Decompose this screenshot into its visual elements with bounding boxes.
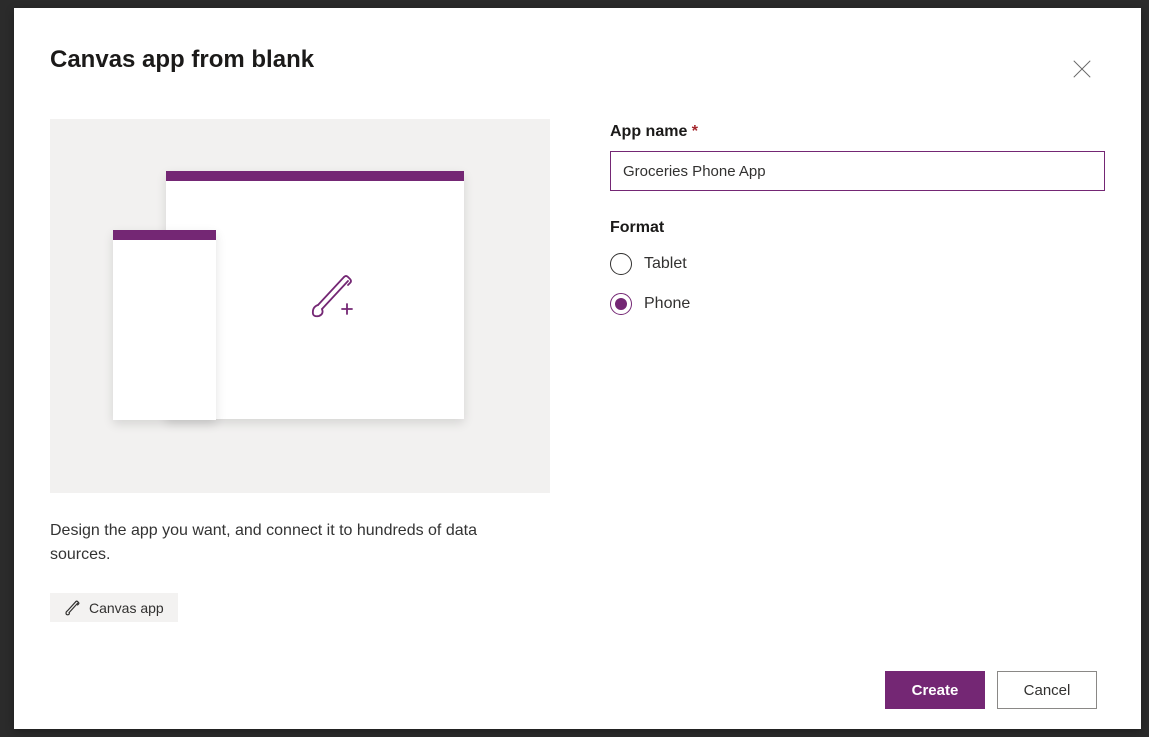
radio-phone[interactable]: Phone xyxy=(610,293,1105,315)
radio-tablet[interactable]: Tablet xyxy=(610,253,1105,275)
modal-title: Canvas app from blank xyxy=(50,46,314,74)
required-asterisk: * xyxy=(692,123,698,140)
radio-circle-tablet xyxy=(610,253,632,275)
radio-circle-phone xyxy=(610,293,632,315)
modal-footer: Create Cancel xyxy=(14,671,1141,729)
app-name-label: App name * xyxy=(610,123,1105,141)
create-button[interactable]: Create xyxy=(885,671,985,709)
description-text: Design the app you want, and connect it … xyxy=(50,519,490,567)
modal-body: Design the app you want, and connect it … xyxy=(14,89,1141,671)
radio-dot xyxy=(615,298,627,310)
close-icon xyxy=(1071,58,1093,80)
brush-plus-icon xyxy=(304,267,360,328)
close-button[interactable] xyxy=(1067,54,1097,89)
app-name-input[interactable] xyxy=(610,151,1105,191)
format-radio-group: Tablet Phone xyxy=(610,253,1105,315)
brush-icon xyxy=(64,599,81,616)
canvas-app-modal: Canvas app from blank xyxy=(14,8,1141,729)
radio-label-tablet: Tablet xyxy=(644,255,687,273)
format-label: Format xyxy=(610,219,1105,237)
phone-card-illustration xyxy=(113,230,216,420)
canvas-app-badge: Canvas app xyxy=(50,593,178,622)
cancel-button[interactable]: Cancel xyxy=(997,671,1097,709)
radio-label-phone: Phone xyxy=(644,295,690,313)
badge-label: Canvas app xyxy=(89,600,164,616)
right-column: App name * Format Tablet Phone xyxy=(610,119,1105,671)
left-column: Design the app you want, and connect it … xyxy=(50,119,550,671)
modal-header: Canvas app from blank xyxy=(14,8,1141,89)
preview-area xyxy=(50,119,550,493)
